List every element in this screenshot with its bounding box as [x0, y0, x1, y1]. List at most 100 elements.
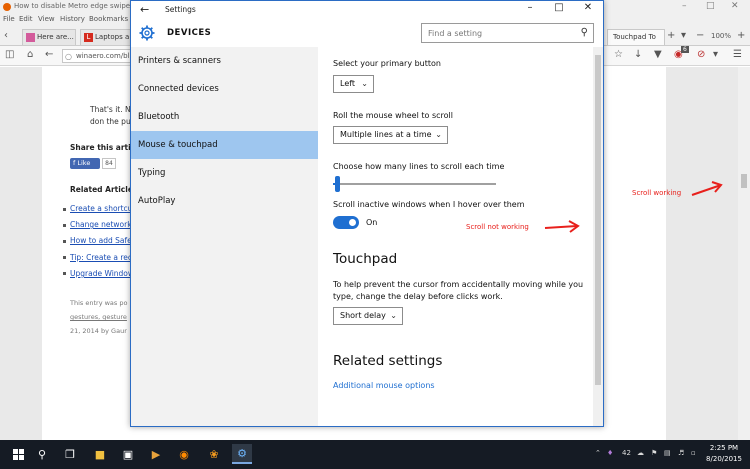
lines-slider-track[interactable] [333, 183, 496, 185]
chevron-down-icon[interactable]: ▾ [713, 49, 718, 60]
minimize-icon[interactable]: – [682, 1, 687, 11]
lines-slider-thumb[interactable] [335, 176, 341, 192]
sidebar-icon[interactable]: ◫ [5, 49, 14, 60]
touchpad-heading: Touchpad [333, 251, 398, 267]
close-icon[interactable]: ✕ [731, 1, 739, 11]
tray-app-icon[interactable]: ♦ [607, 449, 613, 457]
settings-scrollbar-thumb[interactable] [595, 55, 601, 385]
tab-list-icon[interactable]: ▾ [681, 30, 686, 41]
network-icon[interactable]: ▤ [664, 449, 671, 457]
sidebar-item-connected-devices[interactable]: Connected devices [131, 75, 318, 103]
address-bar[interactable]: ○ winaero.com/bl [62, 49, 134, 63]
related-link[interactable]: Tip: Create a rec [70, 253, 132, 262]
firefox-icon[interactable]: ◉ [174, 444, 194, 464]
tray-up-arrow-icon[interactable]: ⌃ [595, 449, 601, 457]
footer-tags[interactable]: gestures, gesture [70, 313, 127, 321]
dropdown-value: Short delay [340, 311, 386, 320]
noscript-icon[interactable]: ⊘ [697, 49, 705, 60]
primary-button-dropdown[interactable]: Left ⌄ [333, 75, 374, 93]
page-gutter-left [0, 67, 42, 440]
media-player-icon[interactable]: ▶ [146, 444, 166, 464]
sidebar-item-bluetooth[interactable]: Bluetooth [131, 103, 318, 131]
scroll-inactive-toggle[interactable] [333, 216, 359, 229]
related-link[interactable]: Upgrade Window [70, 269, 134, 278]
search-icon[interactable]: ⚲ [581, 27, 588, 38]
tab-scroll-left-icon[interactable]: ‹ [4, 30, 8, 41]
new-tab-icon[interactable]: + [667, 30, 675, 41]
back-icon[interactable]: ← [45, 49, 53, 60]
bullet [63, 224, 66, 227]
tab-touchpad[interactable]: Touchpad To [607, 29, 665, 45]
menu-bookmarks[interactable]: Bookmarks [89, 15, 128, 23]
close-icon[interactable]: ✕ [574, 2, 602, 13]
tray-weather-icon[interactable]: ☁ [637, 449, 644, 457]
search-input[interactable] [422, 24, 572, 42]
page-scrollbar[interactable] [738, 67, 750, 440]
bullet [63, 208, 66, 211]
menu-edit[interactable]: Edit [19, 15, 33, 23]
footer-text: This entry was po [70, 299, 128, 307]
home-icon[interactable]: ⌂ [27, 49, 33, 60]
tray-flag-icon[interactable]: ⚑ [651, 449, 657, 457]
settings-scrollbar[interactable] [593, 47, 603, 426]
sidebar-item-mouse-touchpad[interactable]: Mouse & touchpad [131, 131, 318, 159]
minimize-icon[interactable]: – [516, 2, 544, 13]
facebook-like-button[interactable]: f Like [70, 158, 100, 169]
annotation-scroll-not-working: Scroll not working [466, 223, 529, 231]
sidebar-item-autoplay[interactable]: AutoPlay [131, 187, 318, 215]
settings-header: DEVICES ⚲ [131, 19, 603, 47]
touchpad-delay-dropdown[interactable]: Short delay ⌄ [333, 307, 403, 325]
addon-badge: 6 [681, 46, 689, 53]
settings-window-title: Settings [165, 5, 196, 14]
page-scrollbar-thumb[interactable] [741, 174, 747, 188]
page-gutter-right [666, 67, 738, 440]
bookmark-star-icon[interactable]: ☆ [614, 49, 623, 60]
notifications-icon[interactable]: ▫ [691, 449, 696, 457]
app-icon[interactable]: ❀ [204, 444, 224, 464]
bullet [63, 272, 66, 275]
red-arrow-icon [544, 220, 580, 233]
windows-taskbar: ⚲ ❐ ■ ▣ ▶ ◉ ❀ ⚙ ⌃ ♦ 42 ☁ ⚑ ▤ ♬ ▫ 2:25 PM… [0, 440, 750, 469]
menu-history[interactable]: History [60, 15, 85, 23]
clock-date: 8/20/2015 [706, 455, 742, 463]
roll-wheel-dropdown[interactable]: Multiple lines at a time ⌄ [333, 126, 448, 144]
file-explorer-icon[interactable]: ■ [90, 444, 110, 464]
menu-view[interactable]: View [38, 15, 55, 23]
additional-mouse-options-link[interactable]: Additional mouse options [333, 381, 435, 390]
menu-file[interactable]: File [3, 15, 15, 23]
pocket-icon[interactable]: ▼ [654, 49, 662, 60]
related-link[interactable]: How to add Safe [70, 236, 132, 245]
search-icon[interactable]: ⚲ [32, 444, 52, 464]
store-icon[interactable]: ▣ [118, 444, 138, 464]
related-articles-heading: Related Article [70, 185, 133, 194]
zoom-out-icon[interactable]: − [696, 30, 704, 41]
related-link[interactable]: Create a shortcu [70, 204, 132, 213]
volume-icon[interactable]: ♬ [678, 449, 684, 457]
facebook-like-count: 84 [102, 158, 116, 169]
article-text: That's it. N [90, 105, 131, 114]
article-text: don the pu [90, 117, 131, 126]
maximize-icon[interactable]: □ [706, 1, 715, 11]
dropdown-value: Multiple lines at a time [340, 130, 432, 139]
firefox-icon [3, 3, 11, 11]
related-link[interactable]: Change network [70, 220, 132, 229]
start-windows-icon[interactable] [8, 444, 28, 464]
tab-here-are[interactable]: Here are... [22, 29, 76, 45]
maximize-icon[interactable]: □ [545, 2, 573, 13]
taskbar-clock[interactable]: 2:25 PM 8/20/2015 [702, 443, 746, 465]
settings-gear-icon[interactable]: ⚙ [232, 444, 252, 464]
tab-favicon-icon: L [84, 33, 93, 42]
toggle-state-label: On [366, 218, 378, 227]
tray-number: 42 [622, 449, 631, 457]
hamburger-menu-icon[interactable]: ☰ [733, 49, 742, 60]
sidebar-item-printers-scanners[interactable]: Printers & scanners [131, 47, 318, 75]
task-view-icon[interactable]: ❐ [60, 444, 80, 464]
tab-label: Touchpad To [613, 33, 656, 41]
tab-laptops[interactable]: L Laptops a... [80, 29, 134, 45]
sidebar-item-typing[interactable]: Typing [131, 159, 318, 187]
settings-content: Select your primary button Left ⌄ Roll t… [318, 47, 603, 426]
zoom-in-icon[interactable]: + [737, 30, 745, 41]
red-arrow-icon [691, 181, 723, 196]
back-arrow-icon[interactable]: ← [140, 3, 149, 16]
download-icon[interactable]: ↓ [634, 49, 642, 60]
